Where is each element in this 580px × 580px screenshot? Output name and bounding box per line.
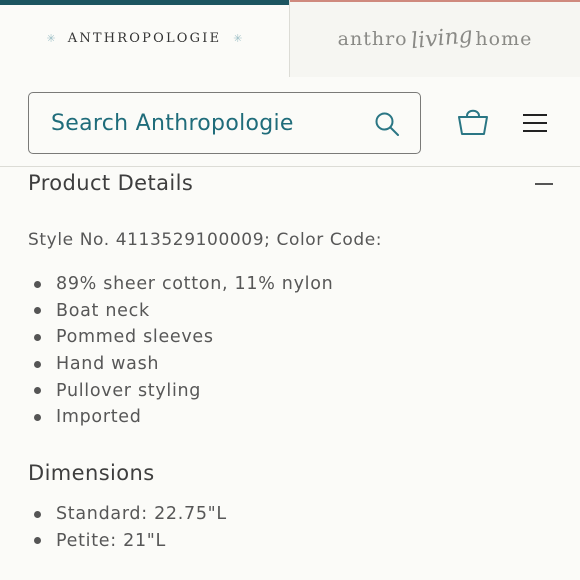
- shopping-bag-icon[interactable]: [457, 106, 489, 136]
- product-details-title[interactable]: Product Details: [28, 171, 193, 195]
- list-item: Pommed sleeves: [28, 324, 333, 351]
- header-divider: [0, 166, 580, 167]
- hamburger-menu-icon[interactable]: [522, 112, 548, 134]
- logo-script: living: [409, 22, 474, 55]
- bullet-icon: [34, 280, 41, 288]
- bullet-icon: [34, 510, 41, 518]
- search-input[interactable]: Search Anthropologie: [51, 111, 294, 136]
- dimensions-title: Dimensions: [28, 461, 155, 485]
- anthro-living-home-logo: anthro living home: [337, 22, 533, 55]
- list-item: Imported: [28, 404, 333, 431]
- tab-anthro-living-home[interactable]: anthro living home: [290, 0, 580, 77]
- list-item: 89% sheer cotton, 11% nylon: [28, 271, 333, 298]
- list-item: Petite: 21"L: [28, 528, 227, 555]
- bullet-icon: [34, 537, 41, 545]
- star-icon: ✳: [233, 32, 243, 45]
- list-item: Standard: 22.75"L: [28, 501, 227, 528]
- list-item: Hand wash: [28, 351, 333, 378]
- bullet-icon: [34, 307, 41, 315]
- list-item: Boat neck: [28, 298, 333, 325]
- collapse-minus-icon[interactable]: [535, 183, 553, 185]
- bullet-icon: [34, 333, 41, 341]
- logo-prefix: anthro: [337, 28, 408, 50]
- style-number: Style No. 4113529100009; Color Code:: [28, 230, 383, 250]
- bullet-icon: [34, 387, 41, 395]
- logo-suffix: home: [475, 28, 533, 50]
- bullet-icon: [34, 413, 41, 421]
- search-box[interactable]: Search Anthropologie: [28, 92, 421, 154]
- bullet-icon: [34, 360, 41, 368]
- brand-tabs: ✳ ANTHROPOLOGIE ✳ anthro living home: [0, 0, 580, 77]
- list-item: Pullover styling: [28, 377, 333, 404]
- dimensions-list: Standard: 22.75"L Petite: 21"L: [28, 501, 227, 554]
- anthropologie-logo: ✳ ANTHROPOLOGIE ✳: [46, 31, 243, 46]
- product-features-list: 89% sheer cotton, 11% nylon Boat neck Po…: [28, 271, 333, 431]
- tab-anthropologie[interactable]: ✳ ANTHROPOLOGIE ✳: [0, 0, 290, 77]
- search-icon[interactable]: [374, 111, 400, 137]
- star-icon: ✳: [46, 32, 56, 45]
